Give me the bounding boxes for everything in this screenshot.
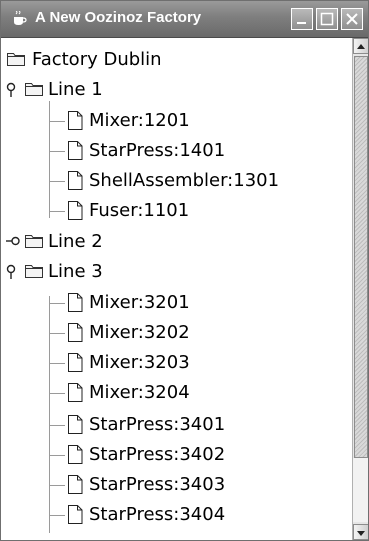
document-icon: [68, 383, 83, 402]
tree-connector: [49, 333, 65, 334]
tree-leaf[interactable]: StarPress:3403: [1, 470, 351, 500]
close-button[interactable]: [341, 8, 363, 30]
minimize-icon: [297, 22, 306, 24]
scroll-down-button[interactable]: [353, 524, 368, 540]
folder-icon: [25, 235, 43, 248]
tree-connector: [49, 455, 65, 456]
folder-icon: [25, 265, 43, 278]
scroll-thumb[interactable]: [354, 56, 368, 458]
minimize-button[interactable]: [291, 8, 313, 30]
folder-icon: [25, 83, 43, 96]
tree-node-root[interactable]: Factory Dublin: [1, 45, 351, 75]
document-icon: [68, 201, 83, 220]
vertical-scrollbar[interactable]: [352, 38, 368, 540]
tree-leaf-label: StarPress:1401: [89, 140, 226, 161]
tree-leaf-label: Mixer:1201: [89, 110, 190, 131]
tree-connector: [49, 393, 65, 394]
document-icon: [68, 415, 83, 434]
collapsed-handle-icon[interactable]: [5, 236, 21, 248]
scroll-track[interactable]: [353, 458, 368, 522]
tree-node-line-3[interactable]: Line 3: [1, 257, 351, 287]
tree-leaf[interactable]: Mixer:3203: [1, 348, 351, 378]
tree-leaf-label: Mixer:3201: [89, 292, 190, 313]
arrow-up-icon: [357, 44, 365, 49]
tree-leaf-label: StarPress:3404: [89, 504, 226, 525]
tree-connector: [49, 303, 65, 304]
scroll-up-button[interactable]: [353, 38, 368, 54]
document-icon: [68, 111, 83, 130]
tree-node-label: Factory Dublin: [32, 49, 162, 70]
factory-tree[interactable]: Factory Dublin Line 1 Mixer:1201 StarPre…: [1, 38, 351, 540]
window-title: A New Oozinoz Factory: [35, 9, 202, 26]
tree-node-label: Line 2: [48, 231, 103, 252]
tree-connector: [49, 363, 65, 364]
tree-node-label: Line 1: [48, 79, 103, 100]
tree-leaf[interactable]: ShellAssembler:1301: [1, 166, 351, 196]
tree-leaf-label: StarPress:3401: [89, 414, 226, 435]
tree-leaf[interactable]: Mixer:3201: [1, 288, 351, 318]
maximize-icon: [320, 12, 334, 26]
document-icon: [68, 445, 83, 464]
tree-leaf[interactable]: StarPress:3404: [1, 500, 351, 530]
tree-node-line-1[interactable]: Line 1: [1, 75, 351, 105]
tree-connector: [49, 181, 65, 182]
expanded-handle-icon[interactable]: [6, 82, 20, 98]
app-window: A New Oozinoz Factory Factory Dublin Lin…: [0, 0, 369, 541]
tree-leaf[interactable]: StarPress:3402: [1, 440, 351, 470]
document-icon: [68, 475, 83, 494]
tree-connector: [49, 211, 65, 212]
tree-leaf-label: Mixer:3204: [89, 382, 190, 403]
java-cup-icon[interactable]: [13, 10, 27, 27]
tree-leaf-label: Fuser:1101: [89, 200, 190, 221]
folder-icon: [7, 53, 25, 66]
tree-connector: [49, 515, 65, 516]
tree-leaf[interactable]: Mixer:1201: [1, 106, 351, 136]
title-bar[interactable]: A New Oozinoz Factory: [1, 1, 368, 38]
tree-leaf-label: ShellAssembler:1301: [89, 170, 280, 191]
document-icon: [68, 323, 83, 342]
document-icon: [68, 505, 83, 524]
tree-connector: [49, 151, 65, 152]
tree-leaf-label: StarPress:3402: [89, 444, 226, 465]
document-icon: [68, 353, 83, 372]
tree-leaf[interactable]: Fuser:1101: [1, 196, 351, 226]
tree-leaf-label: Mixer:3202: [89, 322, 190, 343]
tree-leaf[interactable]: StarPress:3401: [1, 410, 351, 440]
document-icon: [68, 293, 83, 312]
tree-connector: [49, 121, 65, 122]
tree-connector: [49, 485, 65, 486]
tree-leaf[interactable]: StarPress:1401: [1, 136, 351, 166]
tree-leaf-label: StarPress:3403: [89, 474, 226, 495]
document-icon: [68, 171, 83, 190]
close-icon: [346, 13, 358, 25]
tree-node-line-2[interactable]: Line 2: [1, 227, 351, 257]
tree-node-label: Line 3: [48, 261, 103, 282]
expanded-handle-icon[interactable]: [6, 264, 20, 280]
tree-leaf[interactable]: Mixer:3204: [1, 378, 351, 408]
arrow-down-icon: [357, 531, 365, 536]
tree-leaf[interactable]: Mixer:3202: [1, 318, 351, 348]
maximize-button[interactable]: [316, 8, 338, 30]
tree-leaf-label: Mixer:3203: [89, 352, 190, 373]
document-icon: [68, 141, 83, 160]
tree-connector: [49, 425, 65, 426]
